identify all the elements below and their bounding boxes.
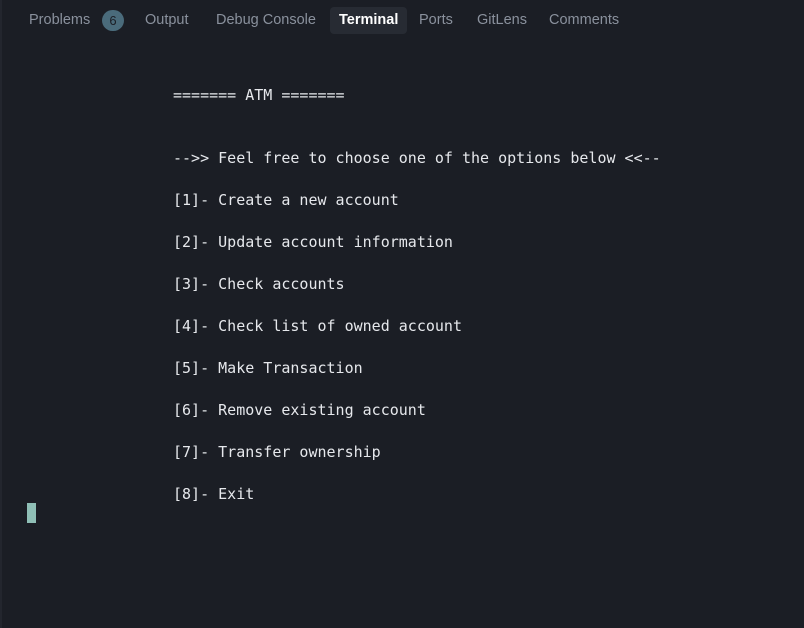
terminal-line-option-5: [5]- Make Transaction <box>173 359 363 377</box>
terminal-output[interactable]: ======= ATM ======= -->> Feel free to ch… <box>2 42 804 628</box>
problems-count-badge: 6 <box>102 10 124 31</box>
tab-problems[interactable]: Problems <box>29 7 90 34</box>
tab-gitlens[interactable]: GitLens <box>477 7 527 34</box>
tab-output[interactable]: Output <box>145 7 189 34</box>
tab-debug-console[interactable]: Debug Console <box>216 7 316 34</box>
terminal-cursor <box>27 503 36 523</box>
terminal-line-option-8: [8]- Exit <box>173 485 255 503</box>
tab-comments[interactable]: Comments <box>549 7 619 34</box>
terminal-line-option-4: [4]- Check list of owned account <box>173 317 462 335</box>
tab-terminal[interactable]: Terminal <box>330 7 408 34</box>
terminal-line-prompt: -->> Feel free to choose one of the opti… <box>173 149 661 167</box>
terminal-panel: Problems 6 Output Debug Console Terminal… <box>0 0 804 628</box>
tab-ports[interactable]: Ports <box>419 7 453 34</box>
terminal-line-title: ======= ATM ======= <box>173 86 345 104</box>
terminal-line-option-6: [6]- Remove existing account <box>173 401 426 419</box>
terminal-line-option-3: [3]- Check accounts <box>173 275 345 293</box>
terminal-line-option-7: [7]- Transfer ownership <box>173 443 381 461</box>
terminal-line-option-1: [1]- Create a new account <box>173 191 399 209</box>
panel-tab-bar: Problems 6 Output Debug Console Terminal… <box>2 0 804 42</box>
terminal-line-option-2: [2]- Update account information <box>173 233 453 251</box>
